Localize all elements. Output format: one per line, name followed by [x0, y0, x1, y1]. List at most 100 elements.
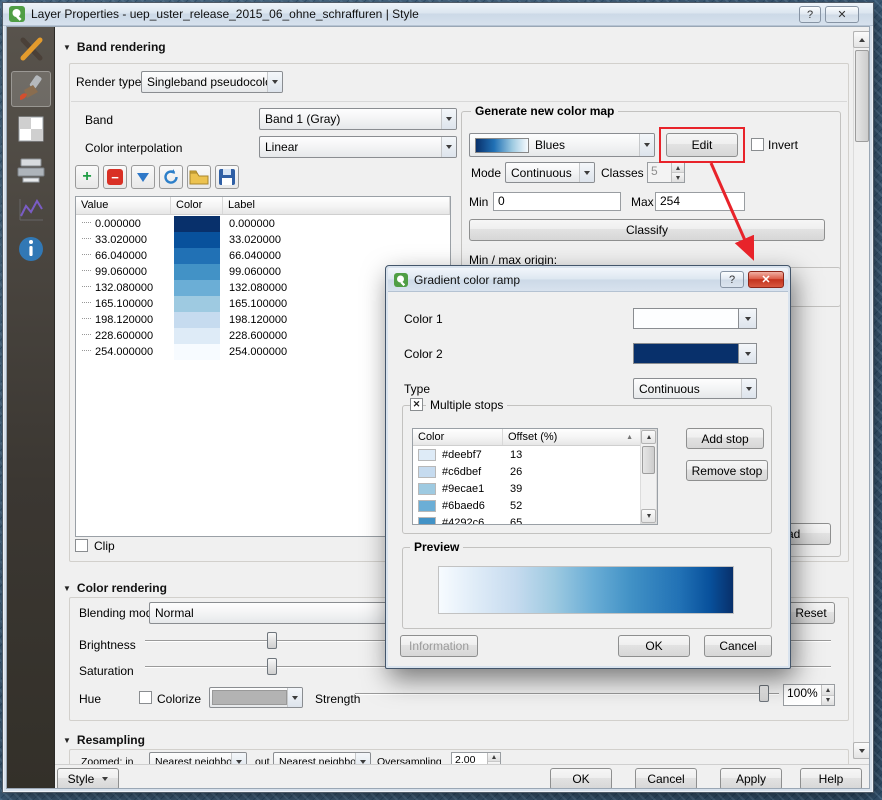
stops-scroll-down-button[interactable]: [641, 509, 656, 523]
scroll-up-button[interactable]: [853, 31, 869, 48]
stops-table-header[interactable]: Color Offset (%) ▲: [413, 429, 657, 446]
open-file-button[interactable]: [187, 165, 211, 189]
band-rendering-header[interactable]: ▼ Band rendering: [63, 40, 166, 54]
row-value: 228.600000: [76, 330, 171, 342]
window-title: Layer Properties - uep_uster_release_201…: [31, 7, 419, 21]
sort-indicator-icon: ▲: [626, 434, 633, 441]
max-input[interactable]: 254: [655, 192, 745, 211]
strength-slider[interactable]: [355, 685, 779, 703]
clip-checkbox[interactable]: [75, 539, 88, 552]
sidebar-item-pyramids[interactable]: [11, 151, 51, 187]
strength-slider-thumb[interactable]: [759, 685, 769, 702]
window-titlebar[interactable]: Layer Properties - uep_uster_release_201…: [3, 3, 873, 26]
type-select[interactable]: Continuous: [633, 378, 757, 399]
chevron-down-icon: [441, 137, 456, 157]
saturation-slider-thumb[interactable]: [267, 658, 277, 675]
invert-checkbox[interactable]: [751, 138, 764, 151]
stop-row[interactable]: #deebf713: [413, 446, 640, 463]
collapse-triangle-icon: ▼: [63, 584, 71, 593]
brightness-slider-thumb[interactable]: [267, 632, 277, 649]
stops-table[interactable]: Color Offset (%) ▲ #deebf713 #c6dbef26 #…: [412, 428, 658, 525]
classes-spinner[interactable]: 5: [647, 162, 685, 183]
band-select[interactable]: Band 1 (Gray): [259, 108, 457, 130]
stop-row[interactable]: #6baed652: [413, 497, 640, 514]
collapse-triangle-icon: ▼: [63, 43, 71, 52]
dialog-help-button[interactable]: ?: [720, 271, 744, 288]
remove-stop-button[interactable]: Remove stop: [686, 460, 768, 481]
scroll-down-button[interactable]: [853, 742, 869, 759]
style-menu-button[interactable]: Style: [57, 768, 119, 788]
stop-hex: #9ecae1: [442, 483, 484, 495]
color1-dropdown-button[interactable]: [738, 308, 757, 329]
resampling-header[interactable]: ▼ Resampling: [63, 733, 145, 747]
color-ramp-select[interactable]: Blues: [469, 133, 655, 157]
titlebar-close-button[interactable]: ✕: [825, 6, 859, 23]
qgis-app-icon: [394, 273, 408, 287]
spinner-arrows[interactable]: [821, 685, 834, 705]
sidebar-item-transparency[interactable]: [11, 111, 51, 147]
stop-row[interactable]: #c6dbef26: [413, 463, 640, 480]
chevron-down-icon: [287, 688, 302, 707]
table-row[interactable]: 33.02000033.020000: [76, 232, 450, 248]
preview-label: Preview: [410, 540, 463, 554]
color-rendering-title: Color rendering: [77, 581, 167, 595]
color-map-table-header[interactable]: Value Color Label: [76, 197, 450, 215]
spinner-arrows[interactable]: [671, 163, 684, 182]
colorize-color-button[interactable]: [209, 687, 303, 708]
load-color-map-button[interactable]: [159, 165, 183, 189]
chevron-down-icon: [579, 163, 594, 182]
saturation-label: Saturation: [79, 664, 134, 678]
ok-button[interactable]: OK: [550, 768, 612, 788]
stops-offset-header[interactable]: Offset (%) ▲: [503, 429, 657, 445]
dialog-ok-button[interactable]: OK: [618, 635, 690, 657]
stops-color-header[interactable]: Color: [413, 429, 503, 445]
sidebar-item-general[interactable]: [11, 31, 51, 67]
help-button[interactable]: Help: [800, 768, 862, 788]
render-type-select[interactable]: Singleband pseudocolor: [141, 71, 283, 93]
mode-select[interactable]: Continuous: [505, 162, 595, 183]
multiple-stops-checkbox[interactable]: ✕: [410, 398, 423, 411]
row-value: 165.100000: [76, 298, 171, 310]
cancel-button[interactable]: Cancel: [635, 768, 697, 788]
min-input[interactable]: 0: [493, 192, 621, 211]
color2-swatch-button[interactable]: [633, 343, 739, 364]
remove-entry-button[interactable]: −: [103, 165, 127, 189]
table-row[interactable]: 0.0000000.000000: [76, 216, 450, 232]
row-color-swatch: [171, 312, 223, 328]
stop-hex: #c6dbef: [442, 466, 481, 478]
save-file-button[interactable]: [215, 165, 239, 189]
stops-scroll-up-button[interactable]: [641, 430, 656, 444]
color2-dropdown-button[interactable]: [738, 343, 757, 364]
arrow-down-icon: [647, 514, 651, 518]
strength-spinner[interactable]: 100%: [783, 684, 835, 706]
color-interpolation-select[interactable]: Linear: [259, 136, 457, 158]
chevron-down-icon: [102, 777, 108, 781]
sort-entries-button[interactable]: [131, 165, 155, 189]
add-stop-button[interactable]: Add stop: [686, 428, 764, 449]
stop-row[interactable]: #9ecae139: [413, 480, 640, 497]
label-column-header[interactable]: Label: [223, 197, 450, 214]
value-column-header[interactable]: Value: [76, 197, 171, 214]
colorize-color-swatch: [212, 690, 287, 705]
information-button[interactable]: Information: [400, 635, 478, 657]
color-column-header[interactable]: Color: [171, 197, 223, 214]
reset-button[interactable]: Reset: [787, 602, 835, 624]
color-rendering-header[interactable]: ▼ Color rendering: [63, 581, 167, 595]
titlebar-help-button[interactable]: ?: [799, 6, 821, 23]
row-label: 66.040000: [223, 250, 450, 262]
scrollbar-thumb[interactable]: [855, 50, 869, 142]
stops-scrollbar-thumb[interactable]: [642, 446, 655, 474]
classify-button[interactable]: Classify: [469, 219, 825, 241]
apply-button[interactable]: Apply: [720, 768, 782, 788]
sidebar-item-style[interactable]: [11, 71, 51, 107]
dialog-cancel-button[interactable]: Cancel: [704, 635, 772, 657]
add-entry-button[interactable]: +: [75, 165, 99, 189]
dialog-close-button[interactable]: ✕: [748, 271, 784, 288]
table-row[interactable]: 66.04000066.040000: [76, 248, 450, 264]
sidebar-item-metadata[interactable]: [11, 231, 51, 267]
sidebar-item-histogram[interactable]: [11, 191, 51, 227]
colorize-checkbox[interactable]: [139, 691, 152, 704]
color1-swatch-button[interactable]: [633, 308, 739, 329]
stop-row[interactable]: #4292c665: [413, 514, 640, 525]
row-value: 0.000000: [76, 218, 171, 230]
